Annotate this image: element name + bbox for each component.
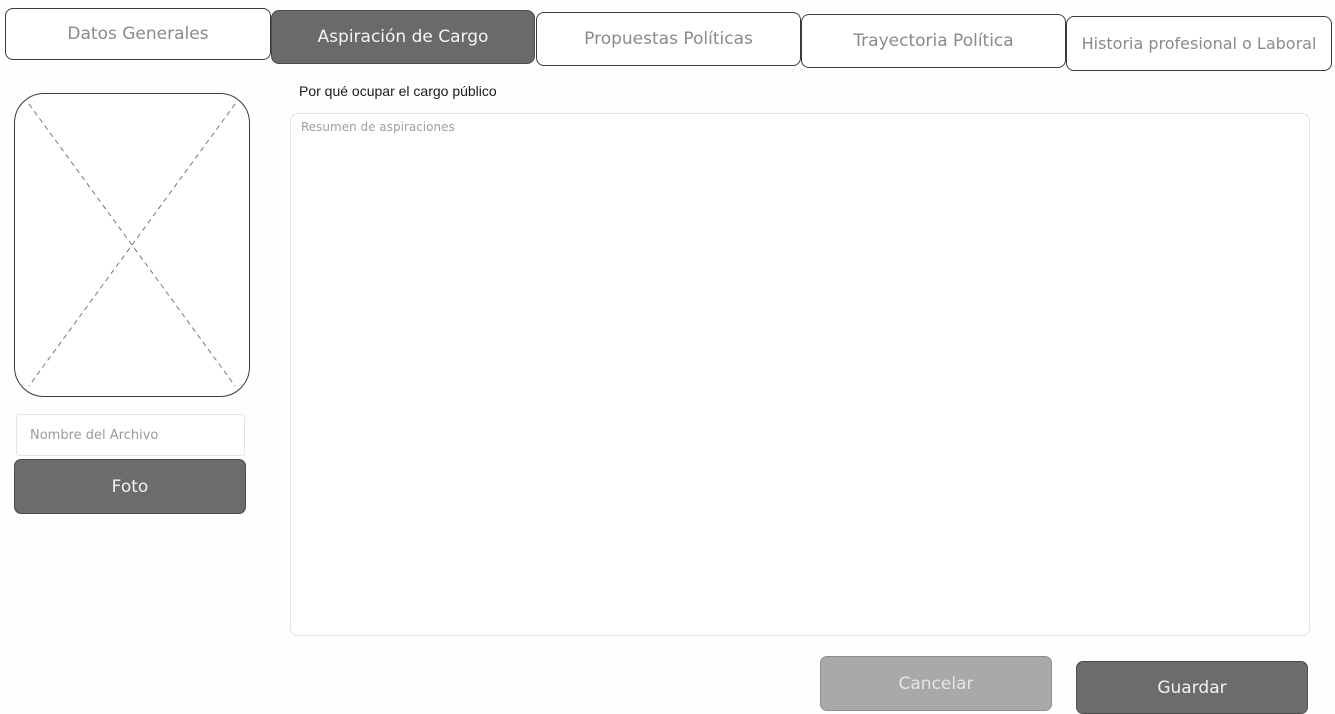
save-button[interactable]: Guardar	[1076, 661, 1308, 714]
tab-trayectoria-politica[interactable]: Trayectoria Política	[801, 14, 1066, 68]
candidate-form-page: Datos Generales Aspiración de Cargo Prop…	[0, 0, 1335, 714]
image-placeholder-icon	[28, 103, 236, 387]
tab-historia-profesional[interactable]: Historia profesional o Laboral	[1066, 16, 1332, 71]
aspiration-label: Por qué ocupar el cargo público	[299, 83, 497, 99]
file-name-field[interactable]: Nombre del Archivo	[16, 414, 245, 456]
tab-datos-generales[interactable]: Datos Generales	[5, 8, 271, 60]
aspiration-summary-textarea[interactable]: Resumen de aspiraciones	[290, 113, 1310, 636]
photo-preview	[14, 93, 250, 397]
cancel-button[interactable]: Cancelar	[820, 656, 1052, 711]
photo-upload-button[interactable]: Foto	[14, 459, 246, 514]
tab-aspiracion-de-cargo[interactable]: Aspiración de Cargo	[271, 10, 535, 64]
tab-propuestas-politicas[interactable]: Propuestas Políticas	[536, 12, 801, 66]
